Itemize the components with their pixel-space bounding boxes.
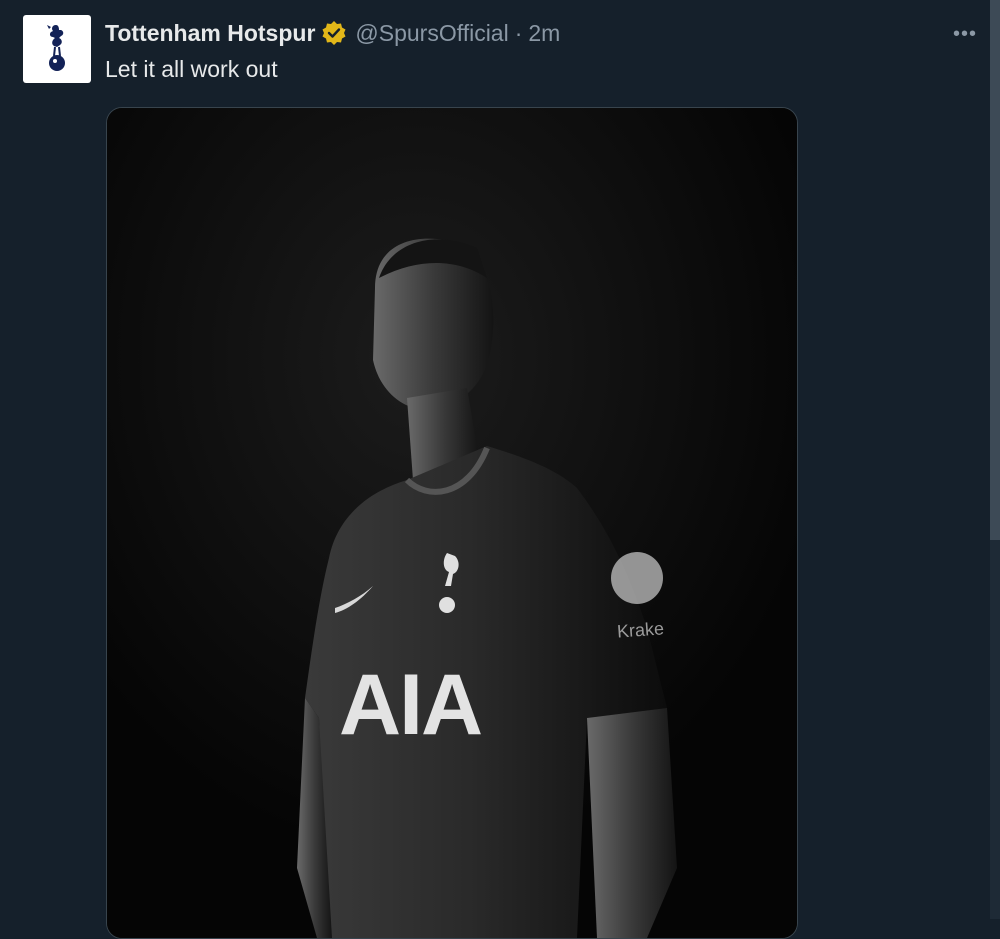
tweet-header: Tottenham Hotspur @SpursOfficial · 2m <box>105 18 560 48</box>
separator-dot: · <box>514 19 523 46</box>
handle[interactable]: @SpursOfficial <box>355 20 508 47</box>
verified-badge-icon <box>321 20 347 46</box>
tweet[interactable]: Tottenham Hotspur @SpursOfficial · 2m ••… <box>0 0 1000 939</box>
kit-sponsor-logo: AIA <box>339 657 483 753</box>
spurs-cockerel-crest-icon <box>47 25 65 71</box>
display-name[interactable]: Tottenham Hotspur <box>105 20 315 47</box>
tweet-text: Let it all work out <box>105 56 278 82</box>
player-photo <box>107 108 797 938</box>
tweet-image[interactable]: AIA Krake <box>106 107 798 939</box>
more-options-button[interactable]: ••• <box>950 22 980 46</box>
scrollbar-thumb[interactable] <box>990 0 1000 540</box>
timestamp[interactable]: 2m <box>528 20 560 47</box>
sleeve-sponsor-logo: Krake <box>616 618 665 642</box>
avatar[interactable] <box>23 15 91 83</box>
